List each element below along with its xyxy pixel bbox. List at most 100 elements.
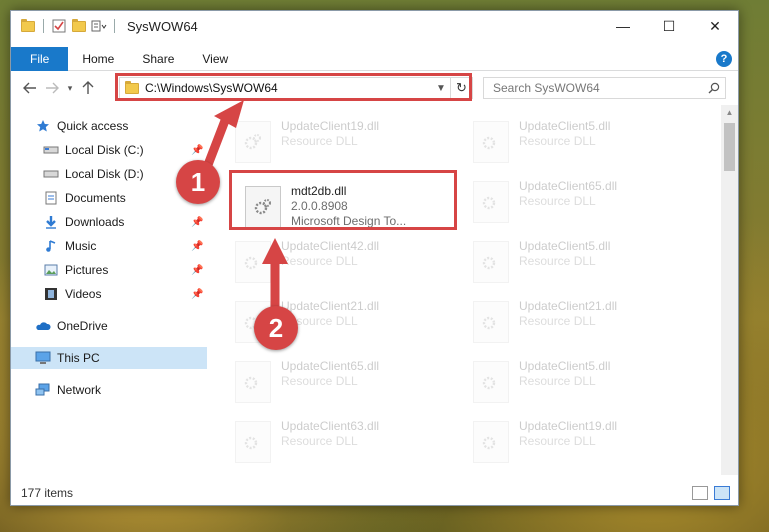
status-bar: 177 items bbox=[11, 481, 738, 505]
gear-file-icon bbox=[473, 421, 509, 463]
pin-icon[interactable]: 📌 bbox=[191, 265, 203, 276]
properties-icon[interactable] bbox=[50, 17, 68, 35]
sidebar-item-network[interactable]: Network bbox=[11, 379, 207, 401]
file-name: UpdateClient21.dll bbox=[519, 299, 618, 313]
address-bar-highlight bbox=[115, 73, 472, 101]
file-name: UpdateClient65.dll bbox=[519, 179, 618, 193]
customize-icon[interactable] bbox=[90, 17, 108, 35]
file-item[interactable]: UpdateClient19.dll Resource DLL bbox=[235, 119, 455, 171]
file-description: Resource DLL bbox=[519, 374, 596, 388]
file-item[interactable]: UpdateClient5.dll Resource DLL bbox=[473, 359, 693, 411]
gear-file-icon bbox=[235, 121, 271, 163]
step-1-badge: 1 bbox=[176, 160, 220, 204]
view-switcher bbox=[692, 486, 730, 500]
tab-view[interactable]: View bbox=[188, 47, 242, 71]
tab-share[interactable]: Share bbox=[128, 47, 188, 71]
file-description: Resource DLL bbox=[281, 434, 358, 448]
sidebar-item-label: This PC bbox=[57, 351, 100, 365]
sidebar-item-label: Downloads bbox=[65, 215, 125, 229]
window-controls: — ☐ ✕ bbox=[600, 11, 738, 41]
gear-file-icon bbox=[473, 121, 509, 163]
sidebar-item-local-disk-c[interactable]: Local Disk (C:) 📌 bbox=[11, 139, 207, 161]
sidebar-item-label: Music bbox=[65, 239, 97, 253]
file-item[interactable]: UpdateClient65.dll Resource DLL bbox=[235, 359, 455, 411]
sidebar-item-label: Quick access bbox=[57, 119, 129, 133]
gear-file-icon bbox=[473, 301, 509, 343]
details-view-icon[interactable] bbox=[692, 486, 708, 500]
gear-file-icon bbox=[235, 241, 271, 283]
gear-file-icon bbox=[473, 361, 509, 403]
file-item[interactable]: UpdateClient65.dll Resource DLL bbox=[473, 179, 693, 231]
file-description: Resource DLL bbox=[519, 134, 596, 148]
search-input[interactable]: Search SysWOW64 bbox=[483, 77, 726, 99]
file-item[interactable]: UpdateClient42.dll Resource DLL bbox=[235, 239, 455, 291]
file-list: UpdateClient19.dll Resource DLL mdt2db.dl… bbox=[217, 105, 721, 475]
sidebar-item-label: Network bbox=[57, 383, 102, 397]
folder-icon bbox=[19, 17, 37, 35]
file-name: UpdateClient21.dll bbox=[281, 299, 380, 313]
file-name: UpdateClient5.dll bbox=[519, 119, 611, 133]
sidebar-item-music[interactable]: Music 📌 bbox=[11, 235, 207, 257]
file-name: UpdateClient63.dll bbox=[281, 419, 380, 433]
sidebar-item-videos[interactable]: Videos 📌 bbox=[11, 283, 207, 305]
sidebar-item-label: Pictures bbox=[65, 263, 109, 277]
maximize-button[interactable]: ☐ bbox=[646, 11, 692, 41]
back-arrow-icon[interactable] bbox=[19, 77, 41, 99]
gear-file-icon bbox=[473, 181, 509, 223]
drive-icon bbox=[43, 142, 59, 158]
scrollbar-thumb[interactable] bbox=[724, 123, 735, 171]
file-item[interactable]: UpdateClient19.dll Resource DLL bbox=[473, 419, 693, 471]
file-description: Resource DLL bbox=[519, 254, 596, 268]
file-name: UpdateClient19.dll bbox=[281, 119, 380, 133]
sidebar-item-label: Local Disk (C:) bbox=[65, 143, 144, 157]
file-description: Resource DLL bbox=[281, 254, 358, 268]
file-highlight bbox=[229, 170, 457, 230]
scroll-up-icon[interactable]: ▲ bbox=[721, 105, 738, 121]
navigation-pane: Quick access Local Disk (C:) 📌 Local Dis… bbox=[11, 105, 207, 475]
sidebar-item-onedrive[interactable]: OneDrive bbox=[11, 315, 207, 337]
vertical-scrollbar[interactable]: ▲ bbox=[721, 105, 738, 475]
file-item[interactable]: UpdateClient5.dll Resource DLL bbox=[473, 239, 693, 291]
pin-icon[interactable]: 📌 bbox=[191, 241, 203, 252]
search-icon[interactable] bbox=[703, 82, 725, 94]
toolbar-separator bbox=[43, 19, 44, 33]
file-item[interactable]: UpdateClient21.dll Resource DLL bbox=[473, 299, 693, 351]
recent-locations-icon[interactable]: ▾ bbox=[63, 77, 77, 99]
sidebar-item-quick-access[interactable]: Quick access bbox=[11, 115, 207, 137]
close-button[interactable]: ✕ bbox=[692, 11, 738, 41]
large-icons-view-icon[interactable] bbox=[714, 486, 730, 500]
new-folder-icon[interactable] bbox=[70, 17, 88, 35]
file-item[interactable]: UpdateClient5.dll Resource DLL bbox=[473, 119, 693, 171]
sidebar-item-this-pc[interactable]: This PC bbox=[11, 347, 207, 369]
file-name: UpdateClient42.dll bbox=[281, 239, 380, 253]
file-description: Resource DLL bbox=[519, 194, 596, 208]
gear-file-icon bbox=[235, 421, 271, 463]
sidebar-item-label: Documents bbox=[65, 191, 126, 205]
pictures-icon bbox=[43, 262, 59, 278]
file-description: Resource DLL bbox=[281, 374, 358, 388]
tab-file[interactable]: File bbox=[11, 46, 69, 71]
file-name: UpdateClient5.dll bbox=[519, 359, 611, 373]
title-bar: SysWOW64 — ☐ ✕ bbox=[11, 11, 738, 41]
videos-icon bbox=[43, 286, 59, 302]
gear-file-icon bbox=[473, 241, 509, 283]
minimize-button[interactable]: — bbox=[600, 11, 646, 41]
forward-arrow-icon[interactable] bbox=[41, 77, 63, 99]
quick-access-toolbar bbox=[11, 17, 119, 35]
star-icon bbox=[35, 118, 51, 134]
item-count: 177 items bbox=[21, 486, 74, 500]
pin-icon[interactable]: 📌 bbox=[191, 217, 203, 228]
pin-icon[interactable]: 📌 bbox=[191, 289, 203, 300]
sidebar-item-label: OneDrive bbox=[57, 319, 108, 333]
network-icon bbox=[35, 382, 51, 398]
sidebar-item-downloads[interactable]: Downloads 📌 bbox=[11, 211, 207, 233]
tab-home[interactable]: Home bbox=[68, 47, 128, 71]
pin-icon[interactable]: 📌 bbox=[191, 145, 203, 156]
file-item[interactable]: UpdateClient63.dll Resource DLL bbox=[235, 419, 455, 471]
file-name: UpdateClient5.dll bbox=[519, 239, 611, 253]
toolbar-separator bbox=[114, 19, 115, 33]
computer-icon bbox=[35, 350, 51, 366]
help-button[interactable]: ? bbox=[716, 50, 732, 67]
up-arrow-icon[interactable] bbox=[77, 77, 99, 99]
sidebar-item-pictures[interactable]: Pictures 📌 bbox=[11, 259, 207, 281]
